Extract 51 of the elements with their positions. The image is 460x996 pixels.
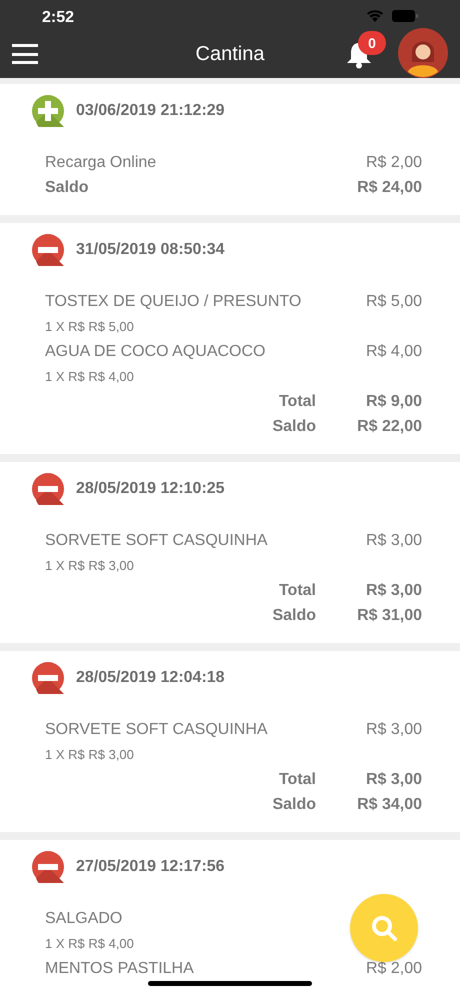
total-label: Saldo [272,794,316,814]
balance-amount: R$ 24,00 [357,178,422,198]
menu-button[interactable] [12,44,38,64]
minus-icon [32,662,64,694]
minus-icon [32,234,64,266]
item-quantity: 1 X R$ R$ 5,00 [45,318,134,336]
plus-icon [32,95,64,127]
search-icon [370,914,398,942]
item-amount: R$ 3,00 [366,720,422,740]
item-quantity: 1 X R$ R$ 4,00 [45,368,134,386]
total-amount: R$ 31,00 [356,606,422,626]
notification-badge: 0 [358,31,386,55]
item-amount: R$ 4,00 [366,342,422,362]
item-amount: R$ 2,00 [366,152,422,172]
total-amount: R$ 3,00 [364,580,422,600]
total-label: Saldo [272,416,316,436]
transaction-date: 28/05/2019 12:10:25 [76,479,225,499]
total-amount: R$ 22,00 [356,416,422,436]
balance-label: Saldo [45,178,89,198]
item-name: SORVETE SOFT CASQUINHA [45,720,268,740]
item-name: MENTOS PASTILHA [45,958,194,978]
item-quantity: 1 X R$ R$ 4,00 [45,934,134,953]
battery-icon [392,10,418,22]
total-label: Total [278,580,316,600]
minus-icon [32,851,64,883]
transaction-date: 03/06/2019 21:12:29 [76,101,225,121]
transaction-date: 31/05/2019 08:50:34 [76,240,225,260]
item-name: AGUA DE COCO AQUACOCO [45,342,266,362]
total-label: Saldo [272,606,316,626]
notifications-button[interactable]: 0 [346,31,386,71]
transaction-date: 28/05/2019 12:04:18 [76,668,225,688]
total-amount: R$ 3,00 [364,770,422,790]
item-quantity: 1 X R$ R$ 3,00 [45,746,134,764]
item-amount: R$ 5,00 [366,292,422,312]
item-name: TOSTEX DE QUEIJO / PRESUNTO [45,292,302,312]
status-time: 2:52 [42,8,74,28]
avatar-icon[interactable] [398,28,448,78]
item-quantity: 1 X R$ R$ 3,00 [45,556,134,575]
total-label: Total [278,770,316,790]
page-title: Cantina [196,42,264,67]
transaction-date: 27/05/2019 12:17:56 [76,857,225,877]
total-amount: R$ 9,00 [364,392,422,412]
item-amount: R$ 3,00 [366,530,422,550]
total-amount: R$ 34,00 [356,794,422,814]
item-name: SORVETE SOFT CASQUINHA [45,530,268,550]
wifi-icon [366,9,384,22]
item-amount: R$ 2,00 [366,958,422,978]
total-label: Total [278,392,316,412]
item-name: SALGADO [45,908,122,928]
item-name: Recarga Online [45,152,156,172]
minus-icon [32,473,64,505]
